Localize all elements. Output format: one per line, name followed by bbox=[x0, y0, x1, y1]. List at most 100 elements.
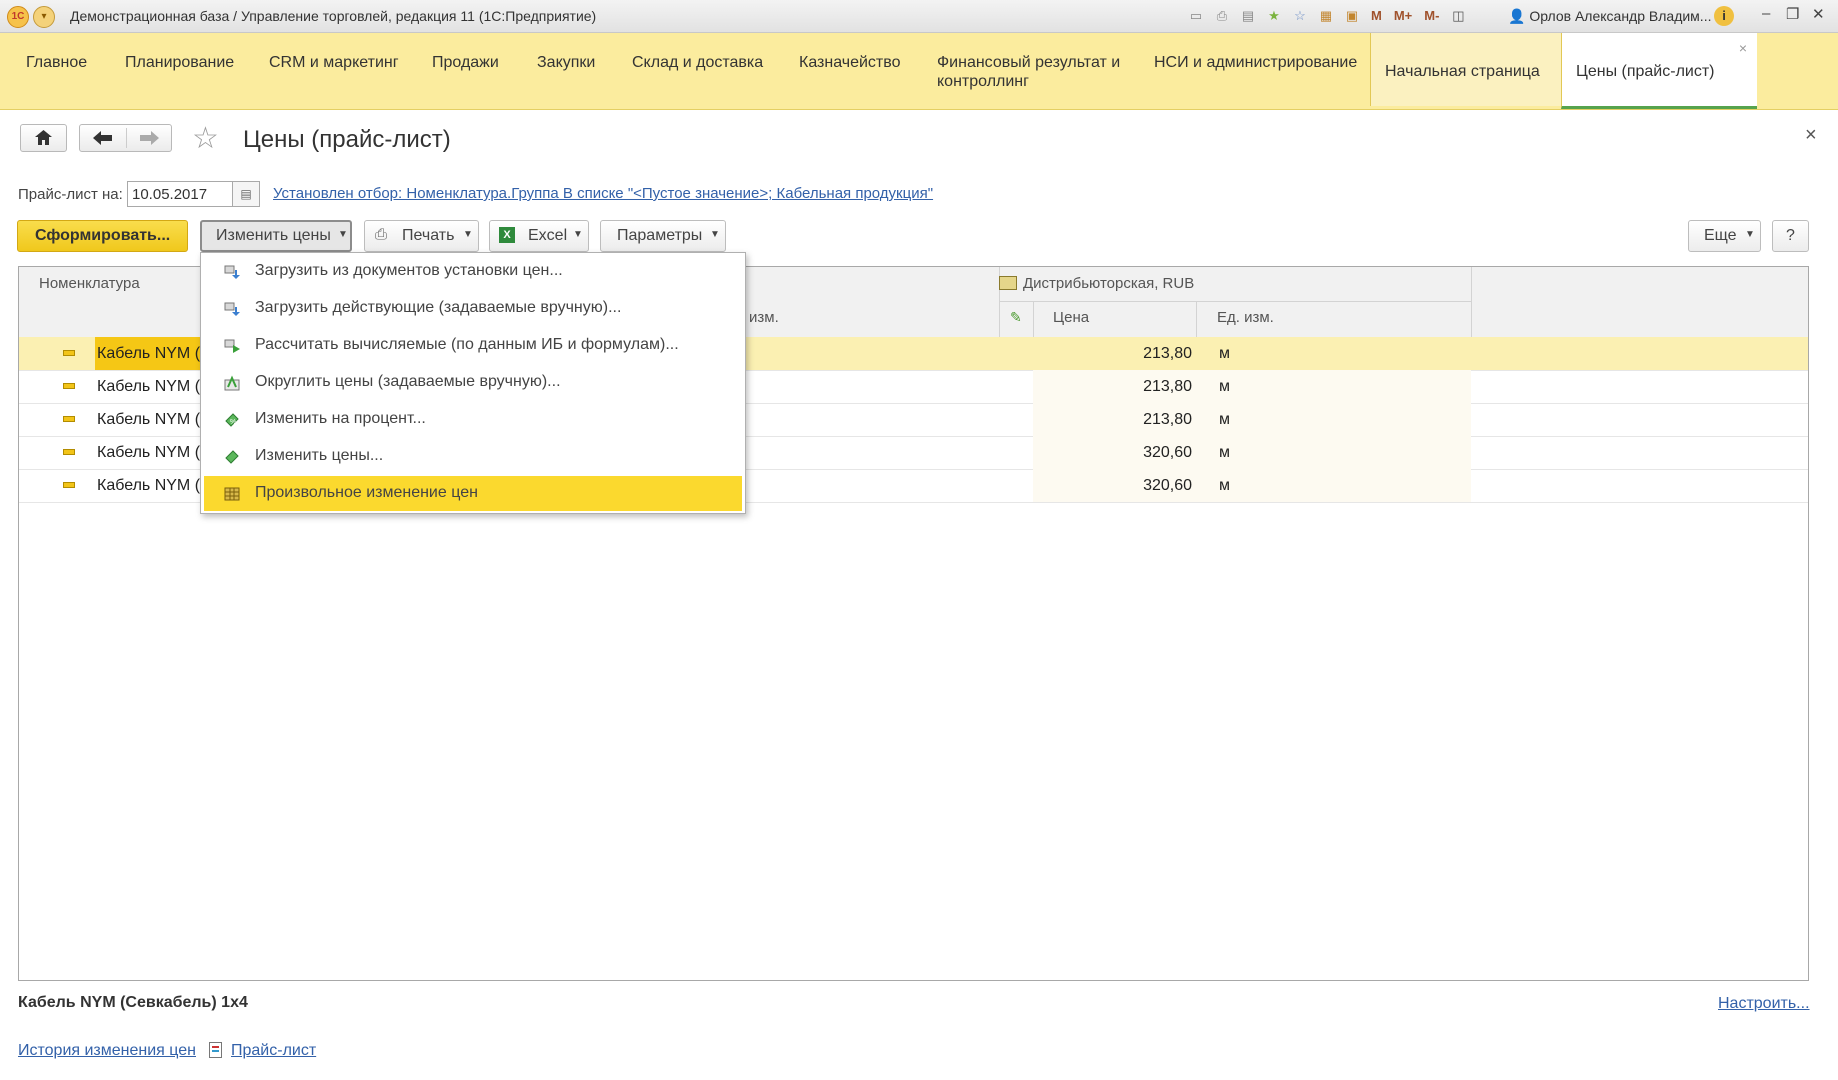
section-admin[interactable]: НСИ и администрирование bbox=[1154, 53, 1357, 72]
home-icon bbox=[35, 130, 52, 145]
round-icon bbox=[224, 375, 240, 391]
excel-icon: X bbox=[499, 227, 515, 243]
page-title: Цены (прайс-лист) bbox=[243, 126, 451, 153]
menu-item-label: Произвольное изменение цен bbox=[255, 484, 478, 501]
col-header-price[interactable]: Цена bbox=[1053, 309, 1089, 326]
section-treasury[interactable]: Казначейство bbox=[799, 53, 900, 72]
calendar-button-icon[interactable]: ▤ bbox=[233, 181, 260, 207]
menu-item-round[interactable]: Округлить цены (задаваемые вручную)... bbox=[204, 365, 742, 400]
row-unit: м bbox=[1219, 345, 1230, 362]
chevron-down-icon: ▼ bbox=[1745, 229, 1755, 240]
app-logo-icon[interactable]: 1С bbox=[7, 6, 29, 28]
change-prices-button[interactable]: Изменить цены ▼ bbox=[200, 220, 352, 252]
tab-close-icon[interactable]: × bbox=[1739, 40, 1747, 56]
menu-item-percent-change[interactable]: % Изменить на процент... bbox=[204, 402, 742, 437]
memory-m-button[interactable]: M bbox=[1368, 6, 1385, 26]
row-unit: м bbox=[1219, 378, 1230, 395]
excel-button[interactable]: X Excel ▼ bbox=[489, 220, 589, 252]
more-label: Еще bbox=[1704, 227, 1737, 244]
menu-item-label: Загрузить из документов установки цен... bbox=[255, 262, 563, 279]
row-name: Кабель NYM (С bbox=[95, 337, 216, 370]
date-field[interactable]: 10.05.2017 bbox=[127, 181, 233, 207]
navigation-buttons bbox=[79, 124, 172, 152]
selected-item-name: Кабель NYM (Севкабель) 1х4 bbox=[18, 994, 248, 1011]
col-header-unit[interactable]: Ед. изм. bbox=[1217, 309, 1274, 326]
item-icon bbox=[63, 416, 75, 422]
section-financial-result[interactable]: Финансовый результат и контроллинг bbox=[937, 53, 1142, 91]
printer-icon: ⎙ bbox=[375, 226, 388, 243]
row-price: 320,60 bbox=[1143, 444, 1192, 461]
parameters-label: Параметры bbox=[617, 227, 703, 244]
section-crm[interactable]: CRM и маркетинг bbox=[269, 53, 399, 72]
calendar-icon[interactable]: ▣ bbox=[1342, 6, 1362, 26]
chevron-down-icon: ▼ bbox=[710, 229, 720, 240]
window-close-icon[interactable]: ✕ bbox=[1812, 5, 1825, 23]
section-purchases[interactable]: Закупки bbox=[537, 53, 595, 72]
home-button[interactable] bbox=[20, 124, 67, 152]
memory-mminus-button[interactable]: M- bbox=[1421, 6, 1442, 26]
row-name: Кабель NYM (С bbox=[97, 477, 212, 494]
info-icon[interactable]: i bbox=[1714, 6, 1734, 26]
panels-icon[interactable]: ◫ bbox=[1448, 6, 1468, 26]
favorites-icon[interactable]: ★ bbox=[1264, 6, 1284, 26]
main-menu-icon[interactable]: ▾ bbox=[33, 6, 55, 28]
menu-item-load-current[interactable]: Загрузить действующие (задаваемые вручну… bbox=[204, 291, 742, 326]
date-label: Прайс-лист на: bbox=[18, 186, 123, 203]
history-icon[interactable]: ☆ bbox=[1290, 6, 1310, 26]
edit-prices-icon bbox=[225, 450, 239, 464]
forward-arrow-icon[interactable] bbox=[126, 125, 172, 151]
save-icon[interactable]: ▭ bbox=[1186, 6, 1206, 26]
memory-mplus-button[interactable]: M+ bbox=[1391, 6, 1415, 26]
generate-button[interactable]: Сформировать... bbox=[17, 220, 188, 252]
item-icon bbox=[63, 482, 75, 488]
section-sales[interactable]: Продажи bbox=[432, 53, 499, 72]
calculator-icon[interactable]: ▦ bbox=[1316, 6, 1336, 26]
help-button[interactable]: ? bbox=[1772, 220, 1809, 252]
restore-icon[interactable]: ❐ bbox=[1786, 5, 1799, 23]
row-price: 213,80 bbox=[1143, 411, 1192, 428]
tab-home-page[interactable]: Начальная страница bbox=[1370, 33, 1562, 106]
form-close-icon[interactable]: × bbox=[1805, 124, 1817, 147]
col-header-nomenclature[interactable]: Номенклатура bbox=[39, 275, 140, 292]
date-value: 10.05.2017 bbox=[132, 186, 208, 203]
section-main[interactable]: Главное bbox=[26, 53, 87, 72]
pricelist-link[interactable]: Прайс-лист bbox=[231, 1042, 316, 1060]
chevron-down-icon: ▼ bbox=[463, 229, 473, 240]
user-name: Орлов Александр Владим... bbox=[1529, 8, 1712, 24]
user-icon: 👤 bbox=[1508, 8, 1526, 24]
filter-link[interactable]: Установлен отбор: Номенклатура.Группа В … bbox=[273, 185, 933, 202]
menu-item-calculate[interactable]: Рассчитать вычисляемые (по данным ИБ и ф… bbox=[204, 328, 742, 363]
back-arrow-icon[interactable] bbox=[80, 125, 126, 151]
menu-item-arbitrary-change[interactable]: Произвольное изменение цен bbox=[204, 476, 742, 511]
menu-item-edit-prices[interactable]: Изменить цены... bbox=[204, 439, 742, 474]
parameters-button[interactable]: Параметры ▼ bbox=[600, 220, 726, 252]
minimize-icon[interactable]: – bbox=[1762, 5, 1770, 22]
row-price: 320,60 bbox=[1143, 477, 1192, 494]
load-current-icon bbox=[224, 302, 240, 316]
window-title-bar: 1С ▾ Демонстрационная база / Управление … bbox=[0, 0, 1838, 33]
print-icon[interactable]: ⎙ bbox=[1212, 6, 1232, 26]
configure-link[interactable]: Настроить... bbox=[1718, 995, 1810, 1013]
chevron-down-icon: ▼ bbox=[338, 229, 348, 240]
menu-item-label: Загрузить действующие (задаваемые вручну… bbox=[255, 299, 622, 316]
row-unit: м bbox=[1219, 477, 1230, 494]
menu-item-label: Изменить цены... bbox=[255, 447, 384, 464]
tab-home-label: Начальная страница bbox=[1385, 63, 1540, 80]
more-button[interactable]: Еще ▼ bbox=[1688, 220, 1761, 252]
print-button[interactable]: ⎙ Печать ▼ bbox=[364, 220, 479, 252]
menu-item-load-from-documents[interactable]: Загрузить из документов установки цен... bbox=[204, 254, 742, 289]
section-planning[interactable]: Планирование bbox=[125, 53, 234, 72]
col-header-unit-partial[interactable]: изм. bbox=[749, 309, 779, 326]
price-history-link[interactable]: История изменения цен bbox=[18, 1042, 196, 1060]
current-user[interactable]: 👤 Орлов Александр Владим... bbox=[1508, 8, 1711, 25]
price-type-icon bbox=[999, 276, 1017, 290]
tab-price-list[interactable]: Цены (прайс-лист) × bbox=[1561, 33, 1757, 109]
window-title: Демонстрационная база / Управление торго… bbox=[70, 8, 597, 24]
row-price: 213,80 bbox=[1143, 345, 1192, 362]
percent-change-icon: % bbox=[225, 413, 239, 427]
generate-label: Сформировать... bbox=[35, 227, 171, 244]
preview-icon[interactable]: ▤ bbox=[1238, 6, 1258, 26]
favorite-star-icon[interactable]: ☆ bbox=[192, 124, 219, 154]
section-warehouse[interactable]: Склад и доставка bbox=[632, 53, 763, 72]
edit-pencil-icon[interactable]: ✎ bbox=[1010, 309, 1022, 326]
